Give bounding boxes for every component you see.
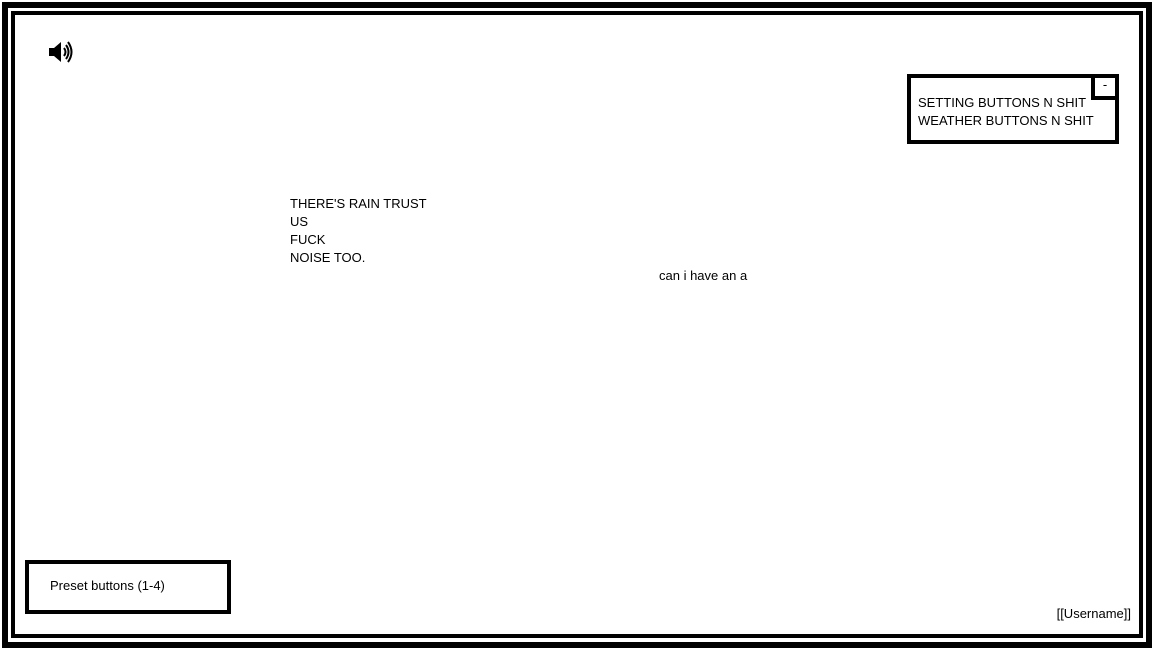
preset-buttons-label: Preset buttons (1-4) [50, 578, 165, 593]
rain-message-line: US [290, 214, 309, 229]
rain-message-line: FUCK [290, 232, 326, 247]
center-note: can i have an a [659, 268, 748, 283]
weather-buttons-label: WEATHER BUTTONS N SHIT [918, 113, 1094, 128]
rain-message-line: THERE'S RAIN TRUST [290, 196, 427, 211]
rain-message-line: NOISE TOO. [290, 250, 366, 265]
minimize-button[interactable]: - [1091, 74, 1119, 100]
speaker-volume-icon[interactable] [46, 38, 74, 66]
preset-buttons-panel[interactable]: Preset buttons (1-4) [25, 560, 231, 614]
settings-buttons-label: SETTING BUTTONS N SHIT [918, 95, 1087, 110]
rain-message: THERE'S RAIN TRUST US FUCK NOISE TOO. [290, 195, 427, 267]
username-label: [[Username]] [1056, 606, 1131, 621]
settings-panel: SETTING BUTTONS N SHIT WEATHER BUTTONS N… [907, 74, 1119, 144]
